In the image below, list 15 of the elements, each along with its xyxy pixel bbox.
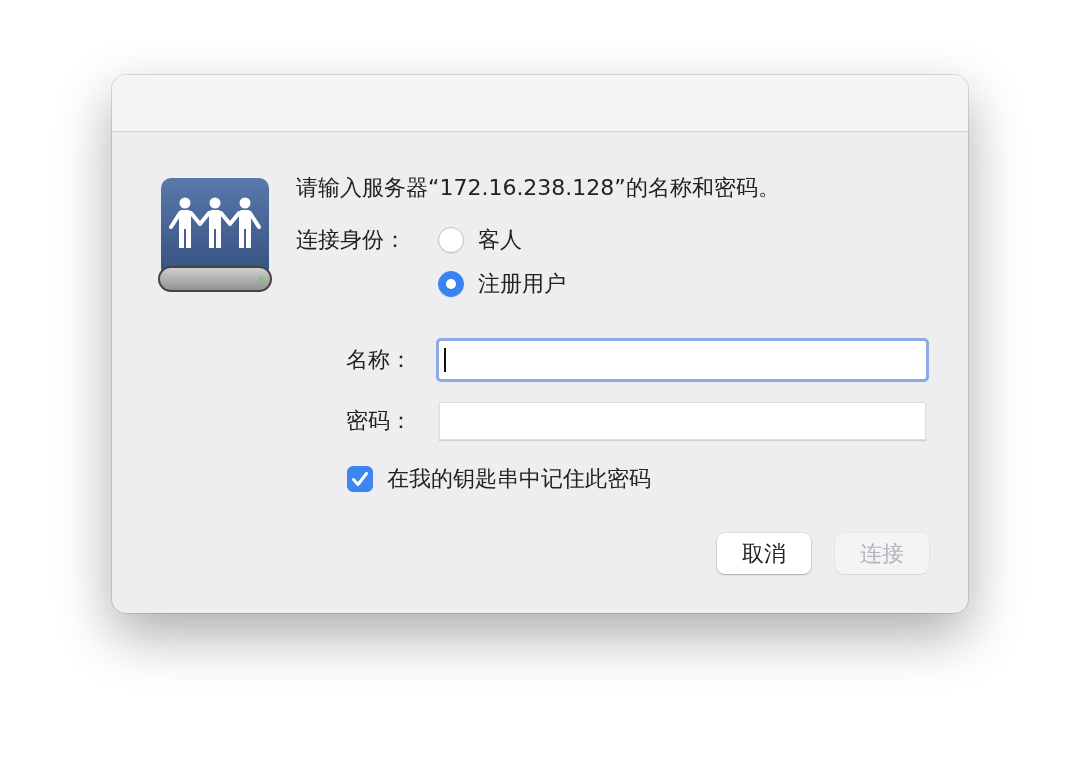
radio-button[interactable]	[438, 227, 464, 253]
radio-option[interactable]: 注册用户	[438, 269, 566, 299]
radio-option[interactable]: 客人	[438, 225, 566, 255]
field-label: 密码：	[344, 407, 412, 435]
field-label: 名称：	[344, 346, 412, 374]
prompt-message: 请输入服务器“172.16.238.128”的名称和密码。	[296, 174, 780, 202]
checkbox[interactable]	[347, 466, 373, 492]
shared-drive-icon	[158, 178, 272, 293]
connect-as-label: 连接身份：	[296, 226, 407, 254]
checkmark-icon	[352, 472, 368, 486]
input-field[interactable]	[435, 338, 929, 382]
text-cursor	[443, 348, 446, 372]
dialog-button[interactable]: 取消	[717, 533, 811, 574]
checkbox-option[interactable]: 在我的钥匙串中记住此密码	[347, 464, 651, 494]
radio-button[interactable]	[438, 271, 464, 297]
